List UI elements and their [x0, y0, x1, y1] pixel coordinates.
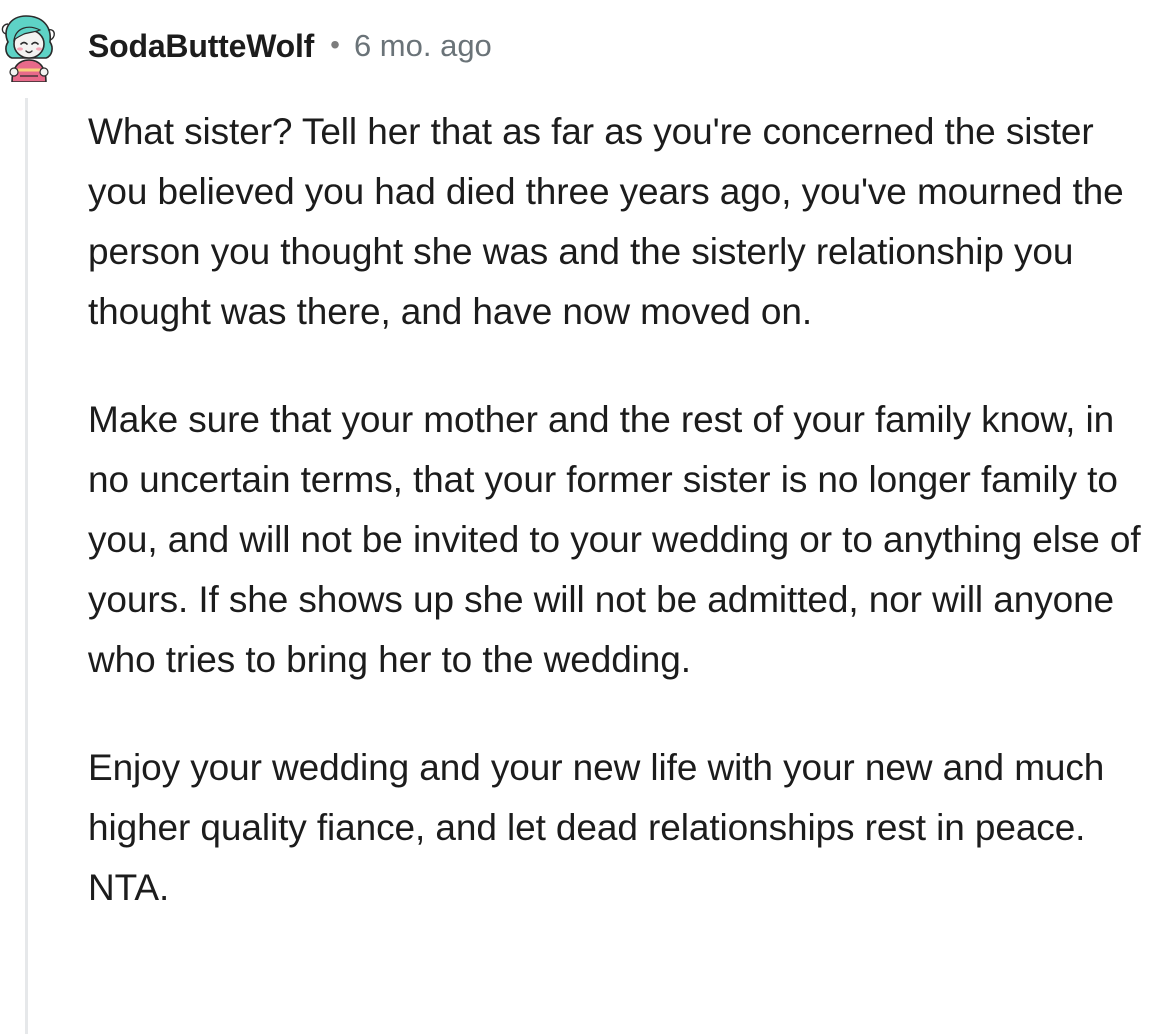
- avatar-snoo-icon: [1, 15, 55, 83]
- comment-header: SodaButteWolf • 6 mo. ago: [88, 24, 492, 68]
- comment-paragraph: What sister? Tell her that as far as you…: [88, 111, 1124, 332]
- timestamp[interactable]: 6 mo. ago: [354, 28, 492, 64]
- comment: SodaButteWolf • 6 mo. ago What sister? T…: [0, 0, 1164, 1034]
- avatar[interactable]: [0, 12, 58, 83]
- meta-separator: •: [330, 29, 340, 60]
- thread-line[interactable]: [25, 98, 28, 1034]
- comment-paragraph: Enjoy your wedding and your new life wit…: [88, 747, 1105, 908]
- comment-paragraph: Make sure that your mother and the rest …: [88, 399, 1141, 680]
- comment-body: What sister? Tell her that as far as you…: [88, 102, 1152, 918]
- username[interactable]: SodaButteWolf: [88, 28, 314, 65]
